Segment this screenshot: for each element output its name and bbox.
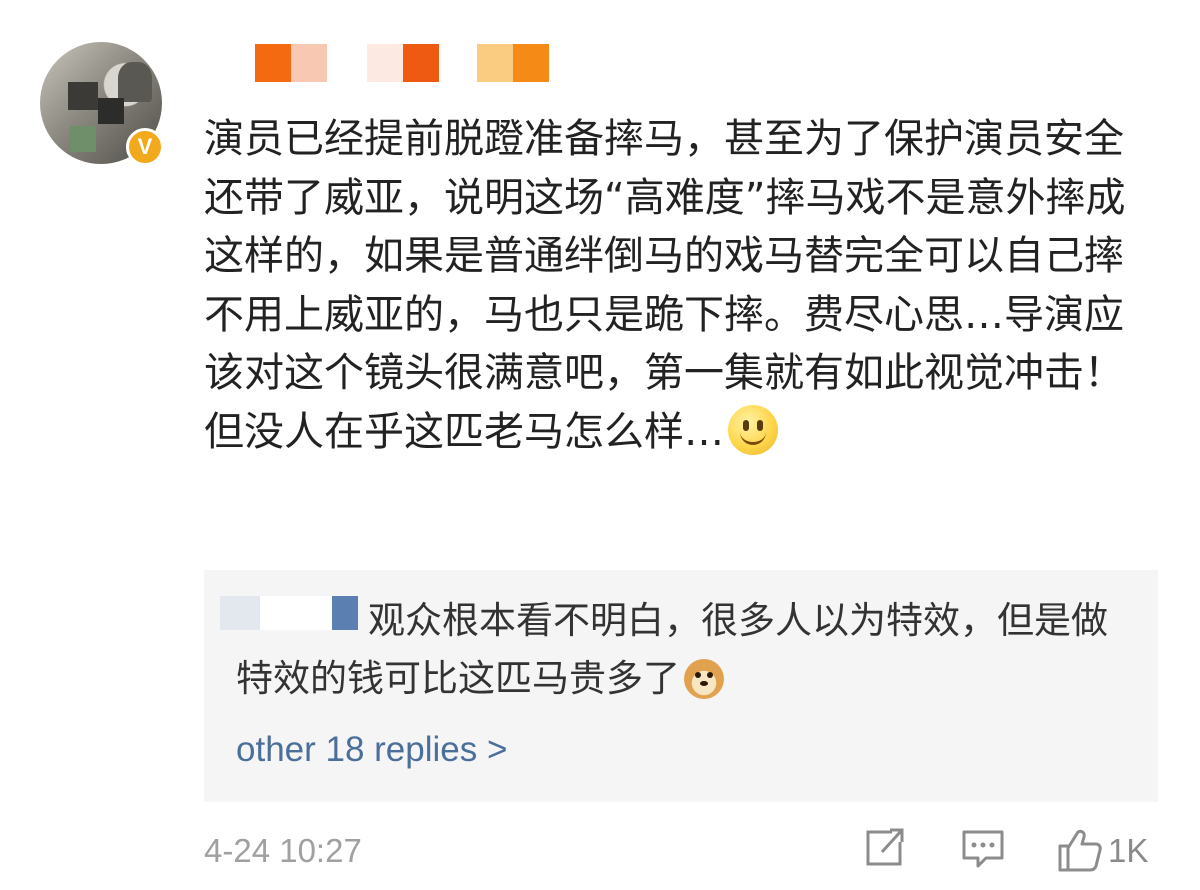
comment-text: 演员已经提前脱蹬准备摔马，甚至为了保护演员安全还带了威亚，说明这场“高难度”摔马…	[204, 116, 1126, 455]
mosaic-block	[477, 44, 513, 82]
mosaic-block	[291, 44, 327, 82]
doge-emoji-icon	[684, 659, 724, 699]
comment-body: 演员已经提前脱蹬准备摔马，甚至为了保护演员安全还带了威亚，说明这场“高难度”摔马…	[204, 110, 1154, 461]
avatar-mosaic	[98, 98, 124, 124]
thumbs-up-icon	[1058, 829, 1102, 872]
like-count: 1K	[1108, 832, 1149, 869]
username-mosaic[interactable]	[255, 44, 549, 82]
avatar-figure	[118, 62, 152, 102]
reply-body: 观众根本看不明白，很多人以为特效，但是做特效的钱可比这匹马贵多了	[236, 592, 1136, 708]
mosaic-block	[367, 44, 403, 82]
reply-text: 观众根本看不明白，很多人以为特效，但是做特效的钱可比这匹马贵多了	[236, 599, 1108, 700]
mosaic-block	[327, 44, 367, 82]
more-replies-link[interactable]: other 18 replies >	[236, 730, 507, 770]
comment-icon	[962, 830, 1004, 868]
timestamp: 4-24 10:27	[204, 832, 362, 869]
comment-button[interactable]	[960, 826, 1006, 874]
share-icon	[866, 828, 904, 866]
mosaic-block	[403, 44, 439, 82]
share-button[interactable]	[862, 826, 906, 874]
like-button[interactable]: 1K	[1056, 826, 1148, 874]
smiley-emoji-icon	[728, 404, 778, 455]
mosaic-block	[439, 44, 477, 82]
reply-preview[interactable]: 观众根本看不明白，很多人以为特效，但是做特效的钱可比这匹马贵多了 other 1…	[204, 570, 1158, 802]
verified-badge-icon: V	[126, 128, 164, 166]
avatar-mosaic	[70, 126, 96, 152]
mosaic-block	[513, 44, 549, 82]
mosaic-block	[255, 44, 291, 82]
avatar-mosaic	[68, 82, 98, 110]
